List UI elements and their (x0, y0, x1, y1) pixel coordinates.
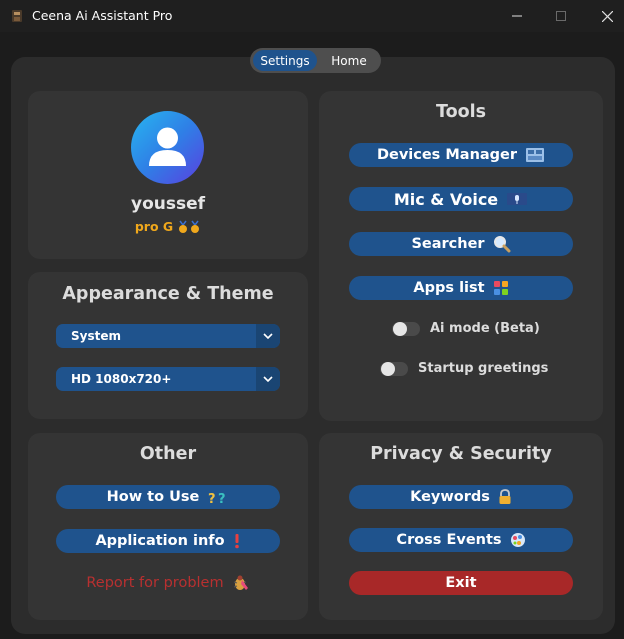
other-card: Other How to Use ? ? Application info Re… (28, 433, 308, 620)
theme-value: System (71, 329, 121, 343)
searcher-label: Searcher (411, 236, 485, 252)
minimize-button[interactable] (494, 0, 540, 32)
exclamation-icon (234, 534, 239, 549)
tab-home[interactable]: Home (320, 50, 378, 71)
resolution-dropdown[interactable]: HD 1080x720+ (56, 367, 280, 391)
apps-grid-icon (493, 281, 508, 295)
microphone-icon (507, 193, 528, 205)
apps-list-button[interactable]: Apps list (349, 276, 573, 300)
question-marks-icon: ? ? (208, 492, 226, 505)
startup-greetings-label: Startup greetings (418, 361, 549, 376)
close-icon (601, 10, 613, 22)
chevron-down-icon[interactable] (256, 324, 280, 348)
report-problem-link[interactable]: Report for problem (28, 574, 308, 592)
appearance-card: Appearance & Theme System HD 1080x720+ (28, 272, 308, 419)
how-to-use-label: How to Use (106, 489, 200, 505)
username: youssef (130, 194, 206, 214)
tools-title: Tools (435, 102, 487, 122)
maximize-icon (556, 11, 566, 21)
searcher-button[interactable]: Searcher (349, 232, 573, 256)
mic-voice-label: Mic & Voice (393, 189, 499, 209)
close-button[interactable] (584, 0, 624, 32)
chevron-down-icon[interactable] (256, 367, 280, 391)
resolution-value: HD 1080x720+ (71, 372, 172, 386)
apps-list-label: Apps list (413, 280, 485, 296)
cross-events-label: Cross Events (396, 532, 502, 548)
magnifier-icon (493, 236, 511, 253)
ai-mode-toggle[interactable]: Ai mode (Beta) (392, 321, 540, 336)
ai-mode-switch[interactable] (392, 321, 420, 336)
other-title: Other (139, 444, 197, 464)
how-to-use-button[interactable]: How to Use ? ? (56, 485, 280, 509)
application-info-button[interactable]: Application info (56, 529, 280, 553)
nav-segmented-control: Settings Home (250, 48, 381, 73)
globe-icon (510, 533, 525, 547)
title-bar: Ceena Ai Assistant Pro (0, 0, 624, 32)
cross-events-button[interactable]: Cross Events (349, 528, 573, 552)
profile-card: youssef pro G (28, 91, 308, 259)
startup-greetings-switch[interactable] (380, 361, 408, 376)
devices-manager-label: Devices Manager (376, 147, 518, 163)
device-icon (526, 148, 545, 162)
bug-icon (233, 575, 248, 590)
svg-text:?: ? (218, 492, 226, 505)
theme-dropdown[interactable]: System (56, 324, 280, 348)
window-title: Ceena Ai Assistant Pro (32, 8, 173, 23)
svg-text:?: ? (208, 492, 216, 505)
tools-card: Tools Devices Manager Mic & Voice Search… (319, 91, 603, 421)
privacy-card: Privacy & Security Keywords Cross Events… (319, 433, 603, 620)
tier-label: pro G (134, 219, 174, 234)
application-info-label: Application info (95, 533, 225, 549)
maximize-button[interactable] (538, 0, 584, 32)
app-icon (12, 10, 22, 22)
appearance-title: Appearance & Theme (62, 284, 274, 304)
tier-badge: pro G (28, 219, 308, 234)
ai-mode-label: Ai mode (Beta) (430, 321, 540, 336)
medal-icon (179, 220, 200, 233)
mic-voice-button[interactable]: Mic & Voice (349, 187, 573, 211)
exit-button[interactable]: Exit (349, 571, 573, 595)
report-problem-label: Report for problem (86, 575, 224, 591)
lock-icon (499, 489, 511, 504)
devices-manager-button[interactable]: Devices Manager (349, 143, 573, 167)
keywords-button[interactable]: Keywords (349, 485, 573, 509)
tab-settings[interactable]: Settings (253, 50, 317, 71)
user-avatar-icon[interactable] (131, 111, 204, 184)
minimize-icon (512, 15, 522, 17)
exit-label: Exit (445, 575, 477, 591)
startup-greetings-toggle[interactable]: Startup greetings (380, 361, 548, 376)
keywords-label: Keywords (410, 489, 490, 505)
privacy-title: Privacy & Security (370, 444, 552, 464)
